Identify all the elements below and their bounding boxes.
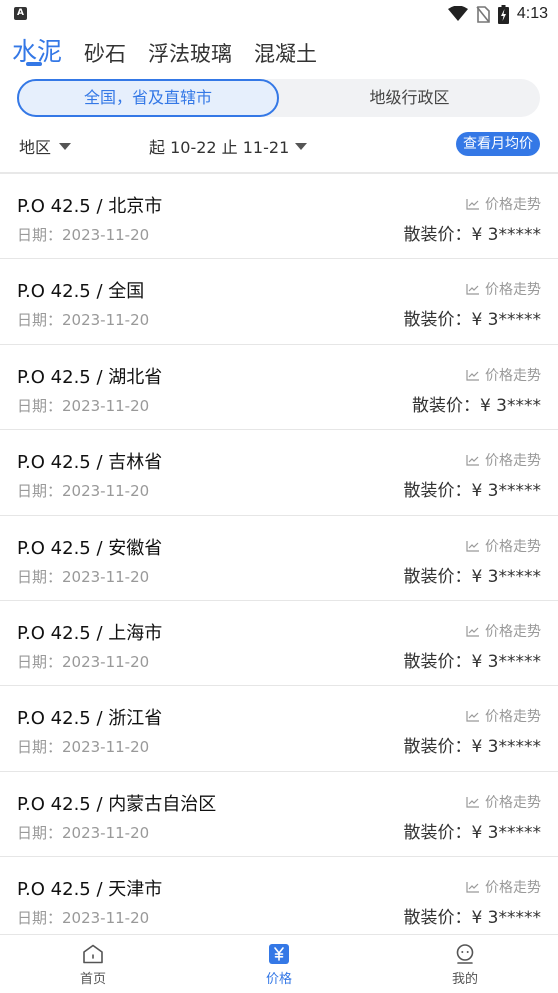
item-price: 散装价：¥ 3**** bbox=[411, 395, 541, 416]
item-title: P.O 42.5 / 北京市 bbox=[17, 196, 163, 217]
tab-float-glass[interactable]: 浮法玻璃 bbox=[148, 38, 232, 68]
price-trend-label: 价格走势 bbox=[485, 197, 541, 213]
item-price: 散装价：¥ 3***** bbox=[403, 566, 541, 587]
item-date: 日期：2023-11-20 bbox=[17, 738, 150, 757]
wifi-icon bbox=[447, 6, 468, 21]
item-title: P.O 42.5 / 内蒙古自治区 bbox=[17, 793, 217, 815]
status-icons: 4:13 bbox=[447, 4, 548, 24]
trend-chart-icon bbox=[466, 369, 479, 381]
price-trend-link[interactable]: 价格走势 bbox=[466, 450, 541, 470]
item-title: P.O 42.5 / 上海市 bbox=[17, 622, 163, 644]
profile-icon bbox=[456, 944, 474, 964]
trend-chart-icon bbox=[466, 540, 479, 552]
item-title: P.O 42.5 / 湖北省 bbox=[17, 366, 163, 388]
item-title: P.O 42.5 / 浙江省 bbox=[17, 708, 163, 730]
item-price: 散装价：¥ 3***** bbox=[403, 481, 541, 502]
item-price: 散装价：¥ 3***** bbox=[403, 651, 541, 672]
price-trend-link[interactable]: 价格走势 bbox=[466, 536, 541, 556]
price-trend-link[interactable]: 价格走势 bbox=[466, 279, 541, 299]
tab-concrete[interactable]: 混凝土 bbox=[254, 38, 317, 68]
price-trend-label: 价格走势 bbox=[485, 794, 541, 811]
monthly-average-button[interactable]: 查看月均价 bbox=[456, 132, 540, 156]
trend-chart-icon bbox=[466, 625, 479, 637]
price-trend-label: 价格走势 bbox=[485, 709, 541, 726]
chevron-down-icon bbox=[295, 142, 308, 150]
no-sim-icon bbox=[476, 5, 490, 23]
price-trend-label: 价格走势 bbox=[485, 623, 541, 640]
trend-chart-icon bbox=[466, 796, 479, 808]
list-item[interactable]: P.O 42.5 / 全国 日期：2023-11-20 价格走势 散装价：¥ 3… bbox=[0, 259, 558, 345]
nav-price[interactable]: 价格 bbox=[186, 935, 372, 993]
item-title: P.O 42.5 / 全国 bbox=[17, 281, 145, 303]
list-item[interactable]: P.O 42.5 / 内蒙古自治区 日期：2023-11-20 价格走势 散装价… bbox=[0, 772, 558, 858]
item-date: 日期：2023-11-20 bbox=[17, 396, 150, 415]
item-price: 散装价：¥ 3***** bbox=[403, 225, 541, 245]
item-date: 日期：2023-11-20 bbox=[17, 567, 150, 586]
price-trend-label: 价格走势 bbox=[485, 367, 541, 384]
list-item[interactable]: P.O 42.5 / 上海市 日期：2023-11-20 价格走势 散装价：¥ … bbox=[0, 601, 558, 687]
price-trend-link[interactable]: 价格走势 bbox=[466, 877, 541, 897]
price-trend-link[interactable]: 价格走势 bbox=[466, 621, 541, 641]
trend-chart-icon bbox=[466, 455, 479, 466]
yuan-icon bbox=[269, 944, 289, 964]
status-bar: A 4:13 bbox=[0, 0, 558, 28]
segment-prefecture-level[interactable]: 地级行政区 bbox=[279, 79, 540, 117]
item-title: P.O 42.5 / 安徽省 bbox=[17, 537, 163, 559]
price-trend-link[interactable]: 价格走势 bbox=[466, 706, 541, 726]
item-title: P.O 42.5 / 天津市 bbox=[17, 879, 163, 901]
item-date: 日期：2023-11-20 bbox=[17, 823, 150, 842]
date-range-label: 起 10-22 止 11-21 bbox=[149, 138, 290, 157]
region-dropdown-label: 地区 bbox=[19, 138, 52, 157]
trend-chart-icon bbox=[466, 882, 479, 893]
list-item[interactable]: P.O 42.5 / 北京市 日期：2023-11-20 价格走势 散装价：¥ … bbox=[0, 174, 558, 260]
region-level-segment: 地级行政区 全国，省及直辖市 bbox=[17, 79, 540, 117]
bottom-navigation: 首页 价格 我的 bbox=[0, 934, 558, 993]
trend-chart-icon bbox=[466, 284, 479, 295]
tab-sand-gravel[interactable]: 砂石 bbox=[84, 38, 126, 68]
price-list: P.O 42.5 / 北京市 日期：2023-11-20 价格走势 散装价：¥ … bbox=[0, 174, 558, 943]
item-date: 日期：2023-11-20 bbox=[17, 652, 150, 671]
battery-charging-icon bbox=[497, 4, 509, 24]
price-trend-label: 价格走势 bbox=[485, 453, 541, 470]
item-price: 散装价：¥ 3***** bbox=[403, 908, 541, 929]
date-range-dropdown[interactable]: 起 10-22 止 11-21 bbox=[149, 134, 308, 158]
category-tabs: 水泥 砂石 浮法玻璃 混凝土 bbox=[12, 28, 317, 68]
price-trend-link[interactable]: 价格走势 bbox=[466, 194, 541, 214]
nav-profile-label: 我的 bbox=[451, 972, 478, 987]
list-item[interactable]: P.O 42.5 / 吉林省 日期：2023-11-20 价格走势 散装价：¥ … bbox=[0, 430, 558, 516]
price-trend-link[interactable]: 价格走势 bbox=[466, 365, 541, 385]
price-trend-label: 价格走势 bbox=[485, 282, 541, 299]
item-date: 日期：2023-11-20 bbox=[17, 311, 150, 330]
nav-profile[interactable]: 我的 bbox=[372, 935, 558, 993]
item-price: 散装价：¥ 3***** bbox=[403, 737, 541, 758]
segment-national-provincial[interactable]: 全国，省及直辖市 bbox=[17, 79, 279, 117]
list-item[interactable]: P.O 42.5 / 安徽省 日期：2023-11-20 价格走势 散装价：¥ … bbox=[0, 516, 558, 601]
nav-home-label: 首页 bbox=[79, 972, 106, 987]
trend-chart-icon bbox=[466, 711, 479, 722]
item-title: P.O 42.5 / 吉林省 bbox=[17, 452, 163, 474]
item-price: 散装价：¥ 3***** bbox=[403, 822, 541, 843]
filter-row: 地区 起 10-22 止 11-21 查看月均价 bbox=[0, 130, 558, 160]
nav-price-label: 价格 bbox=[265, 972, 292, 987]
nav-home[interactable]: 首页 bbox=[0, 935, 186, 993]
list-item[interactable]: P.O 42.5 / 湖北省 日期：2023-11-20 价格走势 散装价：¥ … bbox=[0, 345, 558, 431]
item-date: 日期：2023-11-20 bbox=[17, 482, 150, 501]
status-time: 4:13 bbox=[516, 5, 548, 22]
home-icon bbox=[83, 944, 103, 964]
item-date: 日期：2023-11-20 bbox=[17, 909, 150, 928]
item-price: 散装价：¥ 3***** bbox=[403, 310, 541, 331]
price-trend-link[interactable]: 价格走势 bbox=[466, 792, 541, 812]
price-trend-label: 价格走势 bbox=[485, 880, 541, 897]
list-item[interactable]: P.O 42.5 / 浙江省 日期：2023-11-20 价格走势 散装价：¥ … bbox=[0, 686, 558, 772]
item-date: 日期：2023-11-20 bbox=[17, 226, 150, 244]
price-trend-label: 价格走势 bbox=[485, 538, 541, 555]
active-tab-indicator bbox=[26, 62, 42, 66]
trend-chart-icon bbox=[466, 199, 479, 210]
region-dropdown[interactable]: 地区 bbox=[19, 134, 72, 158]
list-item[interactable]: P.O 42.5 / 天津市 日期：2023-11-20 价格走势 散装价：¥ … bbox=[0, 857, 558, 943]
app-notification-icon: A bbox=[14, 7, 27, 20]
chevron-down-icon bbox=[59, 142, 72, 150]
